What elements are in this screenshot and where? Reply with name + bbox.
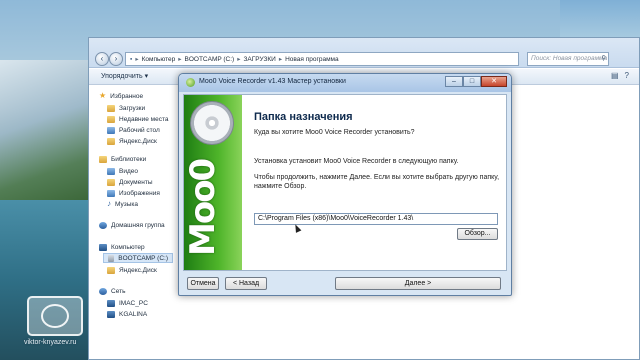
dialog-title: Moo0 Voice Recorder v1.43 Мастер установ…	[199, 78, 346, 85]
library-icon	[99, 155, 107, 163]
sidebar-homegroup[interactable]: Домашняя группа	[99, 220, 165, 230]
desktop-mountains	[0, 60, 100, 210]
banner-logo-text: Moo0	[184, 159, 223, 257]
computer-icon	[107, 299, 115, 307]
globe-icon	[41, 304, 69, 328]
browse-button[interactable]: Обзор...	[457, 228, 498, 240]
documents-icon	[107, 178, 115, 186]
view-options-icon[interactable]: ▤	[611, 71, 619, 80]
search-icon: ⚲	[601, 55, 606, 62]
back-button[interactable]: < Назад	[225, 277, 267, 290]
sidebar-item-downloads[interactable]: Загрузки	[107, 103, 145, 113]
video-icon	[107, 167, 115, 175]
sidebar-item-recent[interactable]: Недавние места	[107, 114, 169, 124]
content-area: Папка назначения Куда вы хотите Moo0 Voi…	[250, 95, 502, 270]
watermark-badge	[27, 296, 83, 336]
sidebar-item-yandex-disk-drive[interactable]: Яндекс.Диск	[107, 265, 157, 275]
computer-crumb-icon: ▪	[130, 55, 133, 63]
dialog-footer: Отмена < Назад Далее >	[183, 274, 507, 292]
homegroup-icon	[99, 221, 107, 229]
organize-button[interactable]: Упорядочить ▾	[101, 72, 148, 80]
folder-icon	[107, 137, 115, 145]
sidebar-item-music[interactable]: ♪ Музыка	[107, 199, 138, 209]
images-icon	[107, 189, 115, 197]
sidebar-item-desktop[interactable]: Рабочий стол	[107, 125, 160, 135]
minimize-button[interactable]: –	[445, 76, 463, 87]
install-path-input[interactable]: C:\Program Files (x86)\Moo0\VoiceRecorde…	[254, 213, 498, 225]
folder-icon	[107, 104, 115, 112]
cancel-button[interactable]: Отмена	[187, 277, 219, 290]
sidebar-network[interactable]: Сеть	[99, 286, 125, 296]
page-subtitle: Куда вы хотите Moo0 Voice Recorder устан…	[254, 129, 415, 136]
computer-icon	[107, 310, 115, 318]
dialog-titlebar[interactable]: Moo0 Voice Recorder v1.43 Мастер установ…	[179, 74, 511, 92]
sidebar-item-documents[interactable]: Документы	[107, 177, 153, 187]
folder-icon	[107, 115, 115, 123]
search-placeholder: Поиск: Новая программа	[531, 55, 608, 62]
disc-icon	[190, 101, 234, 145]
help-icon[interactable]: ?	[625, 71, 629, 80]
star-icon: ★	[99, 91, 107, 100]
installer-dialog: Moo0 Voice Recorder v1.43 Мастер установ…	[178, 73, 512, 296]
back-nav-button[interactable]: ‹	[95, 52, 109, 66]
forward-nav-button[interactable]: ›	[109, 52, 123, 66]
page-title: Папка назначения	[254, 111, 353, 123]
desktop-icon	[107, 126, 115, 134]
address-bar[interactable]: ▪ ▸ Компьютер ▸ BOOTCAMP (C:) ▸ ЗАГРУЗКИ…	[125, 52, 519, 66]
sidebar-item-images[interactable]: Изображения	[107, 188, 160, 198]
breadcrumb-drive[interactable]: BOOTCAMP (C:)	[185, 56, 235, 63]
navigation-pane: ★ Избранное Загрузки Недавние места Рабо…	[89, 87, 181, 360]
desktop-sky	[560, 0, 640, 40]
sidebar-favorites[interactable]: ★ Избранное	[99, 91, 143, 101]
sidebar-item-bootcamp[interactable]: BOOTCAMP (C:)	[103, 253, 173, 263]
network-icon	[99, 287, 107, 295]
close-button[interactable]: ✕	[481, 76, 507, 87]
maximize-button[interactable]: □	[463, 76, 481, 87]
computer-icon	[99, 243, 107, 251]
sidebar-computer[interactable]: Компьютер	[99, 242, 145, 252]
info-text-1: Установка установит Moo0 Voice Recorder …	[254, 158, 459, 165]
music-icon: ♪	[107, 199, 111, 208]
moo0-banner: Moo0	[184, 95, 242, 270]
next-button[interactable]: Далее >	[335, 277, 501, 290]
search-input[interactable]: Поиск: Новая программа ⚲	[527, 52, 609, 66]
drive-icon	[108, 254, 115, 262]
breadcrumb-downloads[interactable]: ЗАГРУЗКИ	[243, 56, 275, 63]
watermark-text: viktor-knyazev.ru	[24, 339, 77, 346]
breadcrumb-computer[interactable]: Компьютер	[142, 56, 176, 63]
sidebar-item-kgalina[interactable]: KGALINA	[107, 309, 147, 319]
app-icon	[186, 78, 195, 87]
info-text-2: Чтобы продолжить, нажмите Далее. Если вы…	[254, 174, 500, 190]
folder-icon	[107, 266, 115, 274]
sidebar-item-yandex-disk[interactable]: Яндекс.Диск	[107, 136, 157, 146]
breadcrumb-new-program[interactable]: Новая программа	[285, 56, 339, 63]
address-row: ‹ › ▪ ▸ Компьютер ▸ BOOTCAMP (C:) ▸ ЗАГР…	[89, 38, 639, 68]
dialog-body: Moo0 Папка назначения Куда вы хотите Moo…	[183, 94, 507, 271]
sidebar-item-video[interactable]: Видео	[107, 166, 138, 176]
sidebar-item-imac-pc[interactable]: IMAC_PC	[107, 298, 148, 308]
desktop-lake	[0, 200, 95, 360]
sidebar-libraries[interactable]: Библиотеки	[99, 154, 146, 164]
